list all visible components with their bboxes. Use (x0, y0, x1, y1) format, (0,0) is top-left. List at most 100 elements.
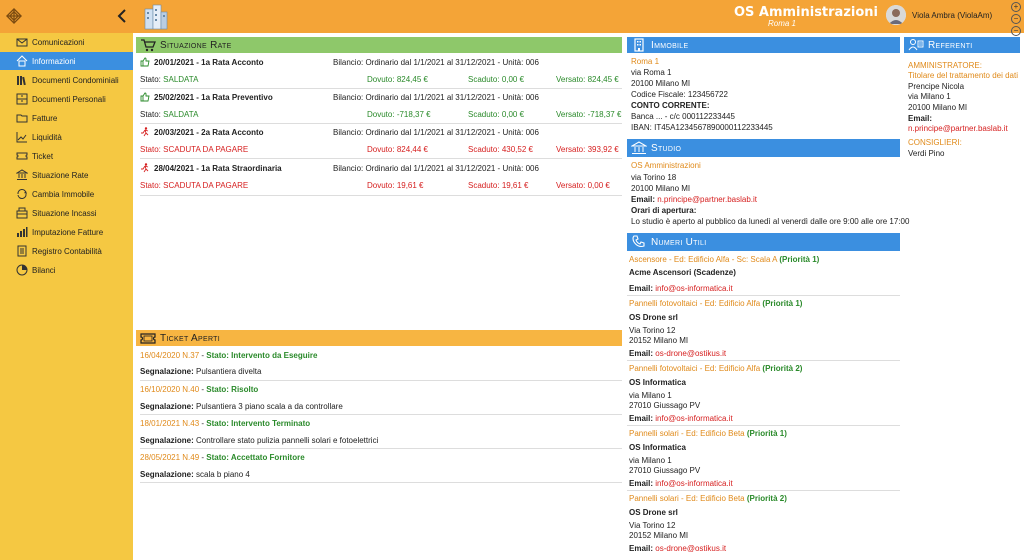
sidebar-item-situazione-incassi[interactable]: Situazione Incassi (0, 204, 133, 222)
zoom-in-button[interactable]: + (1011, 2, 1021, 12)
amministratore-email-link[interactable]: n.principe@partner.baslab.it (908, 124, 1008, 133)
consiglieri-label: CONSIGLIERI: (908, 138, 962, 147)
numero-priority: (Priorità 1) (779, 255, 820, 264)
numero-category: Ascensore - Ed: Edificio Alfa - Sc: Scal… (629, 255, 778, 264)
amministratore-label: AMMINISTRATORE: (908, 61, 982, 70)
consigliere-name: Verdi Pino (908, 149, 945, 158)
ticket-icon (140, 333, 156, 344)
ticket-icon (16, 152, 28, 160)
sidebar-item-bilanci[interactable]: Bilanci (0, 261, 133, 279)
ticket-number: 28/05/2021 N.49 (140, 453, 200, 462)
building-icon (144, 4, 168, 30)
versato-label: Versato: (556, 181, 586, 190)
sidebar-item-liquidita[interactable]: Liquidità (0, 128, 133, 146)
numero-email-link[interactable]: info@os-informatica.it (655, 479, 732, 488)
user-name[interactable]: Viola Ambra (ViolaAm) (912, 11, 992, 20)
envelope-icon (16, 38, 28, 47)
sidebar-item-label: Fatture (32, 113, 58, 123)
user-avatar[interactable] (886, 5, 906, 25)
numero-entry-header: Pannelli solari - Ed: Edificio Beta (Pri… (629, 429, 787, 438)
ticket-item[interactable]: 16/04/2020 N.37 - Stato: Intervento da E… (140, 351, 317, 360)
sidebar-item-situazione-rate[interactable]: Situazione Rate (0, 166, 133, 184)
ticket-number: 18/01/2021 N.43 (140, 419, 200, 428)
ticket-item[interactable]: 28/05/2021 N.49 - Stato: Accettato Forni… (140, 453, 305, 462)
stato-label: Stato: (140, 75, 161, 84)
building-name: Roma 1 (767, 19, 796, 28)
numero-email-link[interactable]: os-drone@ostikus.it (655, 349, 726, 358)
ticket-item[interactable]: 16/10/2020 N.40 - Stato: Risolto (140, 385, 258, 394)
numeri-panel-title: Numeri Utili (651, 236, 707, 248)
rate-row[interactable]: 20/03/2021 - 2a Rata Acconto Bilancio: O… (140, 127, 622, 158)
sidebar-item-cambia-immobile[interactable]: Cambia Immobile (0, 185, 133, 203)
sidebar-item-fatture[interactable]: Fatture (0, 109, 133, 127)
numero-email-link[interactable]: info@os-informatica.it (655, 284, 732, 293)
ticket-item[interactable]: 18/01/2021 N.43 - Stato: Intervento Term… (140, 419, 310, 428)
collapse-sidebar-icon[interactable] (116, 8, 128, 24)
dovuto-label: Dovuto: (367, 181, 395, 190)
dovuto-value: 19,61 € (396, 181, 424, 190)
sidebar-item-label: Comunicazioni (32, 37, 85, 47)
sidebar-item-label: Ticket (32, 151, 54, 161)
immobile-name: Roma 1 (631, 57, 660, 66)
sidebar-item-label: Situazione Rate (32, 170, 89, 180)
dovuto-value: 824,45 € (396, 75, 428, 84)
numero-company: OS Drone srl (629, 508, 678, 517)
sidebar-item-ticket[interactable]: Ticket (0, 147, 133, 165)
numero-address: via Milano 1 (629, 456, 672, 465)
segnalazione-label: Segnalazione: (140, 436, 194, 445)
top-bar: OS Amministrazioni Roma 1 Viola Ambra (V… (0, 0, 1024, 36)
numero-email-link[interactable]: info@os-informatica.it (655, 414, 732, 423)
sidebar-item-label: Liquidità (32, 132, 62, 142)
sidebar-item-documenti-condominiali[interactable]: Documenti Condominiali (0, 71, 133, 89)
rate-row[interactable]: 25/02/2021 - 1a Rata Preventivo Bilancio… (140, 92, 622, 123)
users-icon (908, 39, 924, 51)
numeri-panel-header: Numeri Utili (627, 233, 900, 251)
divider (140, 195, 622, 196)
rate-row[interactable]: 28/04/2021 - 1a Rata Straordinaria Bilan… (140, 163, 622, 194)
sidebar-item-comunicazioni[interactable]: Comunicazioni (0, 33, 133, 51)
stato-label: Stato: (140, 110, 161, 119)
scaduto-value: 0,00 € (501, 75, 525, 84)
dovuto-label: Dovuto: (367, 75, 395, 84)
segnalazione-text: scala b piano 4 (196, 470, 250, 479)
numero-address: via Milano 1 (629, 391, 672, 400)
sidebar-item-imputazione-fatture[interactable]: Imputazione Fatture (0, 223, 133, 241)
logo-icon[interactable] (4, 6, 24, 26)
email-label: Email: (908, 114, 933, 123)
minimize-button[interactable]: − (1011, 26, 1021, 36)
rate-panel-header: Situazione Rate (136, 37, 622, 53)
amministratore-address: via Milano 1 (908, 92, 951, 101)
ticket-status: Stato: Intervento Terminato (206, 419, 311, 428)
orari-label: Orari di apertura: (631, 206, 697, 215)
divider (140, 414, 622, 415)
sidebar-item-registro-contabilita[interactable]: Registro Contabilità (0, 242, 133, 260)
numero-address: Via Torino 12 (629, 326, 676, 335)
numero-email-link[interactable]: os-drone@ostikus.it (655, 544, 726, 553)
studio-email-link[interactable]: n.principe@partner.baslab.it (657, 195, 757, 204)
ticket-panel-header: Ticket Aperti (136, 330, 622, 346)
bank-icon (631, 141, 647, 154)
numero-company: OS Drone srl (629, 313, 678, 322)
cashbox-icon (16, 207, 28, 219)
scaduto-label: Scaduto: (468, 75, 500, 84)
dovuto-label: Dovuto: (367, 110, 395, 119)
rate-panel-title: Situazione Rate (160, 39, 232, 51)
sidebar-item-informazioni[interactable]: Informazioni (0, 52, 133, 70)
cart-icon (141, 39, 156, 52)
studio-city: 20100 Milano MI (631, 184, 691, 193)
ticket-description: Segnalazione: Controllare stato pulizia … (140, 436, 378, 445)
zoom-out-button[interactable]: − (1011, 14, 1021, 24)
rate-row[interactable]: 20/01/2021 - 1a Rata Acconto Bilancio: O… (140, 57, 622, 88)
divider (627, 295, 900, 296)
versato-label: Versato: (556, 75, 586, 84)
divider (140, 448, 622, 449)
email-label: Email: (629, 349, 654, 358)
numero-company: OS Informatica (629, 378, 686, 387)
bank-account: Banca ... - c/c 000112233445 (631, 112, 735, 121)
ticket-panel-title: Ticket Aperti (160, 332, 221, 344)
versato-value: 393,92 € (587, 145, 619, 154)
amministratore-city: 20100 Milano MI (908, 103, 968, 112)
stato-value: SCADUTA DA PAGARE (163, 145, 249, 154)
sidebar-item-documenti-personali[interactable]: Documenti Personali (0, 90, 133, 108)
sync-icon (17, 189, 27, 199)
